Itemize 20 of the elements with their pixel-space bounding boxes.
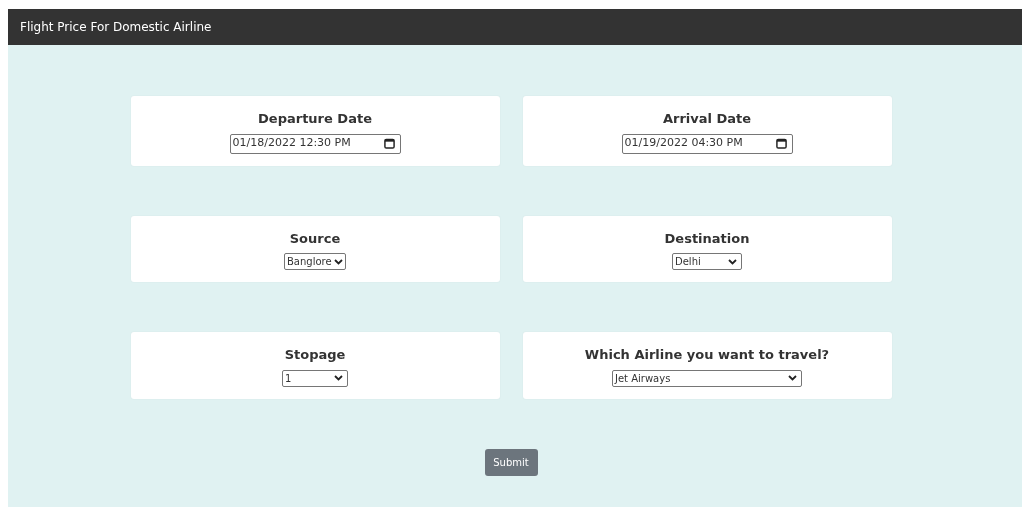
field-label: Stopage	[284, 346, 346, 364]
chevron-down-icon	[788, 375, 797, 381]
chevron-down-icon	[728, 258, 737, 265]
datetime-field[interactable]: 01/18/2022 12:30 PM	[229, 133, 401, 154]
field-label: Which Airline you want to travel?	[584, 346, 830, 364]
field-label: Departure Date	[258, 110, 372, 128]
calendar-icon[interactable]	[775, 138, 787, 149]
calendar-icon[interactable]	[383, 138, 395, 149]
dropdown-field[interactable]: Delhi	[672, 253, 742, 270]
chevron-down-icon	[334, 375, 343, 381]
chevron-down-icon	[333, 258, 343, 265]
dropdown-field[interactable]: Jet Airways	[612, 369, 802, 387]
field-label: Destination	[664, 229, 750, 248]
header-title: Flight Price For Domestic Airline	[20, 19, 212, 36]
field-label: Arrival Date	[662, 110, 752, 128]
dropdown-field[interactable]: 1	[282, 369, 348, 387]
submit-button[interactable]: Submit	[484, 448, 538, 476]
field-label: Source	[289, 229, 341, 248]
datetime-field[interactable]: 01/19/2022 04:30 PM	[621, 133, 793, 154]
dropdown-field[interactable]: Banglore	[284, 253, 346, 270]
